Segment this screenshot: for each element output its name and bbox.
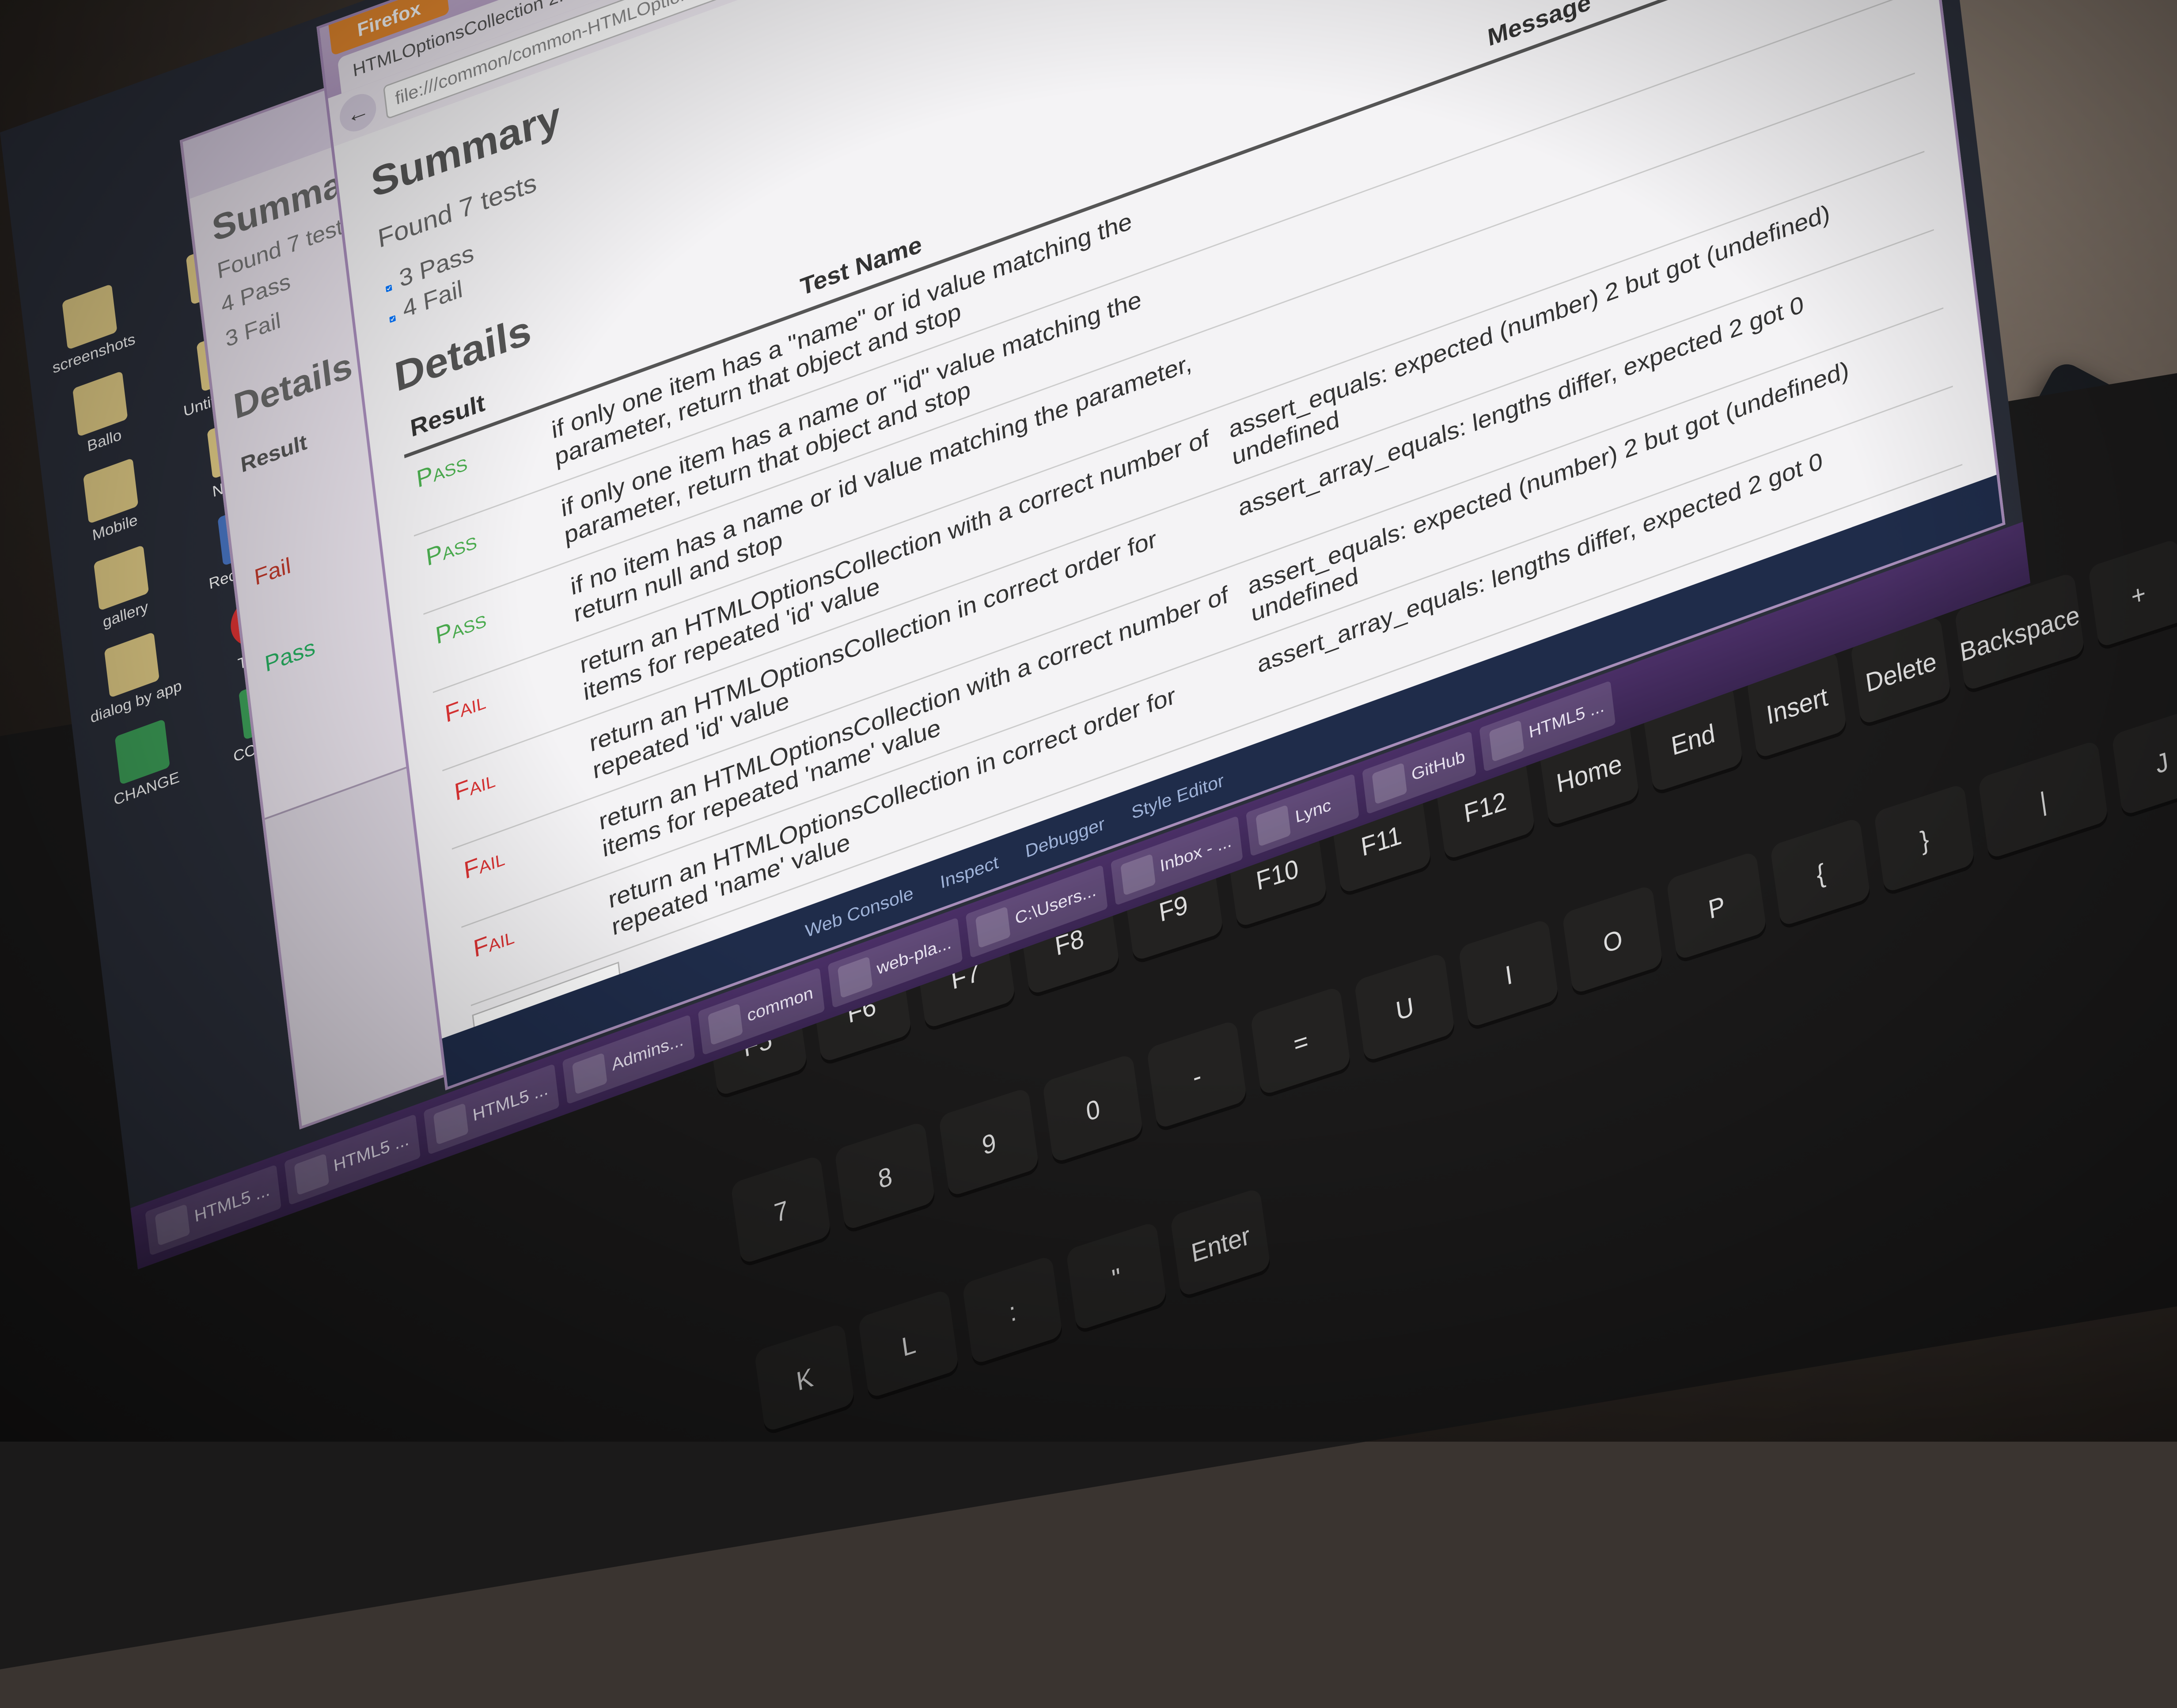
keyboard-key: 7 <box>730 1155 832 1269</box>
keyboard-key: U <box>1354 952 1456 1066</box>
taskbar-label: HTML5 ... <box>1528 696 1605 742</box>
app-icon <box>1120 853 1156 896</box>
keyboard-key: P <box>1666 851 1767 965</box>
desktop-icon[interactable]: Mobile <box>53 447 171 557</box>
desktop-icon[interactable]: CHANGE <box>84 708 203 818</box>
taskbar-label: HTML5 ... <box>471 1079 549 1125</box>
keyboard-key: O <box>1562 884 1664 998</box>
app-icon <box>294 1153 330 1196</box>
app-icon <box>155 1204 190 1246</box>
keyboard-key: = <box>1250 985 1352 1099</box>
app-icon <box>572 1052 608 1095</box>
keyboard-key: - <box>1146 1019 1248 1133</box>
app-icon <box>975 906 1011 948</box>
keyboard-key: 9 <box>938 1087 1040 1201</box>
keyboard-key: Enter <box>1170 1187 1271 1301</box>
keyboard-key: K <box>754 1322 856 1436</box>
devtools-tab[interactable]: Inspect <box>939 852 1000 893</box>
app-icon <box>707 1003 743 1045</box>
taskbar-label: web-pla... <box>876 933 952 979</box>
desktop-icon[interactable]: gallery <box>63 534 182 644</box>
taskbar-label: HTML5 ... <box>193 1180 271 1226</box>
taskbar-label: GitHub <box>1410 746 1466 784</box>
app-icon <box>433 1103 469 1145</box>
keyboard-key: 0 <box>1042 1053 1144 1167</box>
keyboard-key: J <box>2111 706 2177 820</box>
taskbar-label: Admins... <box>611 1030 685 1075</box>
taskbar-label: C:\Users... <box>1014 880 1097 928</box>
desktop-icon[interactable]: Ballo <box>42 360 161 470</box>
keyboard-key: 8 <box>834 1121 936 1235</box>
keyboard-key: | <box>1977 739 2109 863</box>
back-arrow-icon[interactable]: ← <box>338 88 378 137</box>
keyboard-key: } <box>1874 783 1976 897</box>
keyboard-key: L <box>858 1288 960 1402</box>
desktop-icon[interactable]: screenshots <box>31 273 150 383</box>
keyboard-key: { <box>1770 817 1872 931</box>
keyboard-key: I <box>1458 918 1560 1032</box>
taskbar-label: common <box>746 983 814 1026</box>
app-icon <box>1489 720 1525 762</box>
taskbar-label: HTML5 ... <box>332 1129 410 1176</box>
keyboard-key: : <box>962 1255 1064 1369</box>
app-icon <box>837 956 873 999</box>
app-icon <box>1372 762 1407 805</box>
app-icon <box>1255 804 1291 847</box>
taskbar-label: Lync <box>1294 795 1332 827</box>
taskbar-label: Inbox - ... <box>1159 831 1233 876</box>
pass-filter-checkbox[interactable] <box>385 284 392 292</box>
desktop-icon[interactable]: dialog by app <box>73 621 192 731</box>
keyboard-key: " <box>1066 1221 1168 1335</box>
fail-filter-checkbox[interactable] <box>389 315 396 323</box>
